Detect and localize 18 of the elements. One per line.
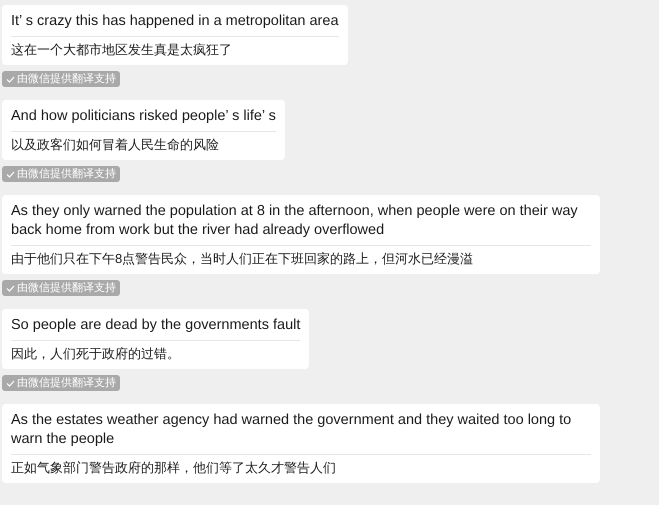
badge-text: 由微信提供翻译支持	[17, 73, 116, 85]
translation-text: 因此，人们死于政府的过错。	[11, 345, 181, 363]
check-icon	[6, 170, 15, 178]
badge-text: 由微信提供翻译支持	[17, 377, 116, 389]
message-text: As the estates weather agency had warned the government and they waited too long to warn the people	[11, 411, 572, 449]
translation-text: 由于他们只在下午8点警告民众，当时人们正在下班回家的路上，但河水已经漫溢	[11, 250, 474, 268]
check-icon	[6, 380, 15, 386]
message-text: It’ s crazy this has happened in a metropolitan area	[11, 12, 339, 31]
translation-text: 正如气象部门警告政府的那样，他们等了太久才警告人们	[11, 459, 337, 477]
message-text: So people are dead by the governments fault	[11, 316, 300, 335]
message-text: And how politicians risked people’ s life’ s	[11, 107, 276, 126]
check-icon	[6, 76, 15, 82]
message-text: As they only warned the population at 8 in the afternoon, when people were on their way back home from work but the river had already overflowed	[11, 202, 579, 240]
translation-text: 以及政客们如何冒着人民生命的风险	[11, 136, 220, 154]
check-icon	[6, 284, 15, 292]
badge-text: 由微信提供翻译支持	[17, 168, 116, 180]
badge-text: 由微信提供翻译支持	[17, 282, 116, 294]
translation-text: 这在一个大都市地区发生真是太疯狂了	[11, 41, 233, 59]
